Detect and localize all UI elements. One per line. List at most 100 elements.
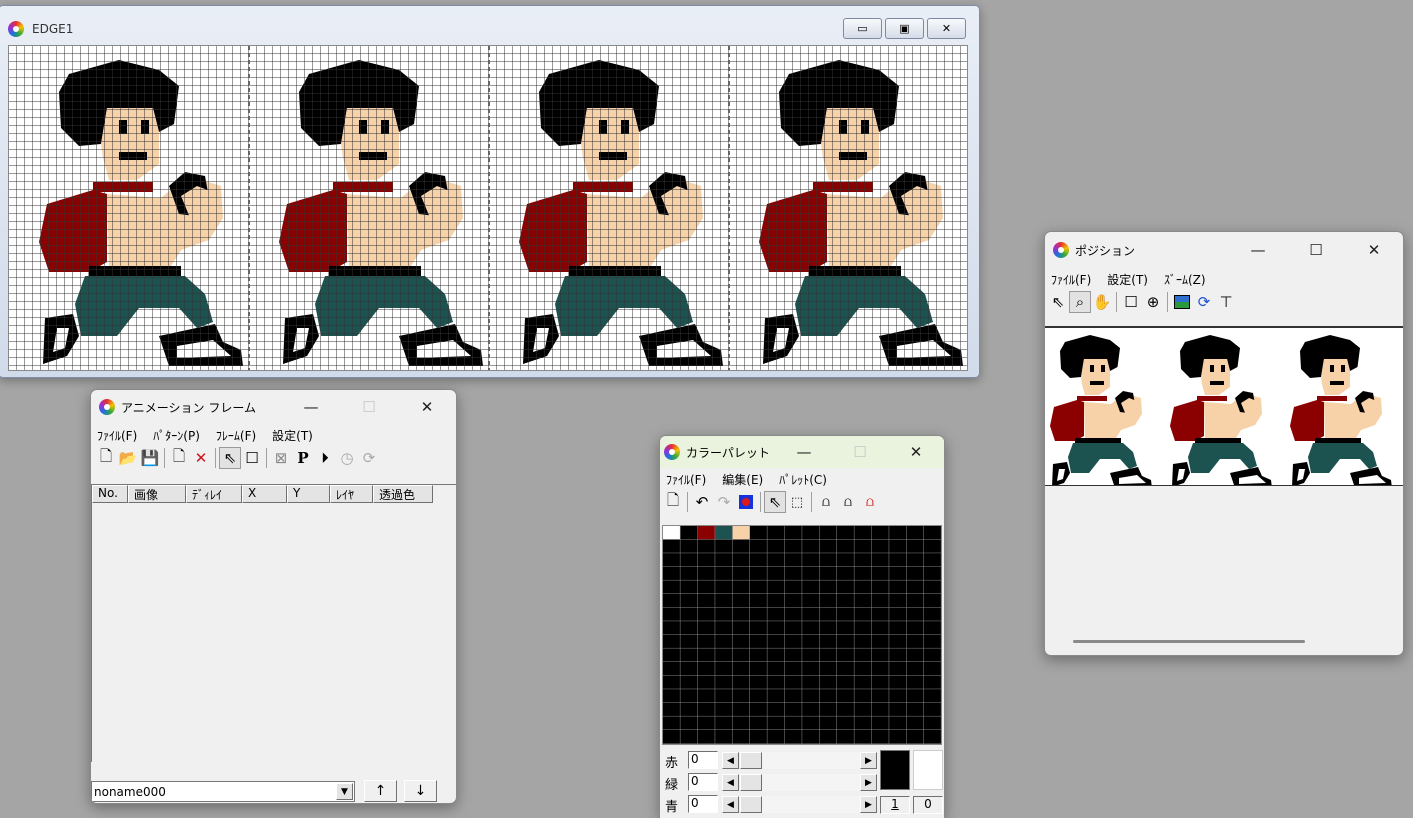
- cross-box-icon[interactable]: ⊠: [270, 447, 292, 469]
- pointer-icon[interactable]: ⇖: [1047, 291, 1069, 313]
- dotted-select-icon[interactable]: ⬚: [786, 491, 808, 513]
- toolbar-separator: [164, 448, 165, 468]
- position-minimize-button[interactable]: —: [1229, 232, 1287, 268]
- position-menu-file[interactable]: ﾌｧｲﾙ(F): [1051, 271, 1091, 288]
- edge-maximize-button[interactable]: ▣: [885, 18, 924, 39]
- crosshair-icon[interactable]: ⊕: [1142, 291, 1164, 313]
- palette-grid[interactable]: [662, 525, 942, 745]
- delete-icon[interactable]: ✕: [190, 447, 212, 469]
- palette-menu-file[interactable]: ﾌｧｲﾙ(F): [666, 471, 706, 488]
- hand-icon[interactable]: ✋: [1091, 291, 1113, 313]
- app-logo-icon: [8, 21, 24, 37]
- gradient-2-icon[interactable]: ⩍: [837, 491, 859, 513]
- anim-menu-settings[interactable]: 設定(T): [272, 427, 313, 444]
- position-menubar: ﾌｧｲﾙ(F) 設定(T) ｽﾞｰﾑ(Z): [1045, 268, 1403, 290]
- red-slider-track[interactable]: [762, 752, 860, 769]
- undo-icon[interactable]: ↶: [691, 491, 713, 513]
- new-file-icon[interactable]: 🗋: [95, 447, 117, 469]
- magnifier-icon[interactable]: ⌕: [1069, 291, 1091, 313]
- app-logo-icon: [1053, 242, 1069, 258]
- edge-title: EDGE1: [32, 22, 74, 36]
- color-picker-icon[interactable]: [735, 491, 757, 513]
- pixel-canvas[interactable]: [8, 45, 968, 371]
- rectangle-icon[interactable]: ☐: [1120, 291, 1142, 313]
- blue-slider-thumb[interactable]: [740, 796, 762, 813]
- position-window: ポジション — ☐ ✕ ﾌｧｲﾙ(F) 設定(T) ｽﾞｰﾑ(Z) ⇖ ⌕ ✋ …: [1044, 231, 1404, 656]
- palette-titlebar[interactable]: カラーパレット — ☐ ✕: [660, 436, 944, 468]
- position-scrollbar[interactable]: [1073, 640, 1305, 643]
- pointer-icon[interactable]: ⇖: [764, 491, 786, 513]
- foreground-color-swatch[interactable]: [880, 750, 910, 790]
- anim-titlebar[interactable]: アニメーション フレーム — ☐ ✕: [91, 390, 456, 424]
- palette-title: カラーパレット: [686, 445, 770, 460]
- pixel-art-sprites: [9, 46, 967, 370]
- p-icon[interactable]: P: [292, 447, 314, 469]
- pattern-select[interactable]: noname000 ▼: [91, 781, 355, 802]
- anim-minimize-button[interactable]: —: [282, 390, 340, 424]
- edge-close-button[interactable]: ✕: [927, 18, 966, 39]
- edge-titlebar[interactable]: EDGE1 ▭ ▣ ✕: [0, 6, 979, 44]
- position-maximize-button[interactable]: ☐: [1287, 232, 1345, 268]
- frame-table[interactable]: No. 画像 ﾃﾞｨﾚｲ X Y ﾚｲﾔ 透過色: [91, 484, 456, 762]
- chevron-left-icon[interactable]: ◀: [722, 752, 739, 769]
- refresh-icon[interactable]: ⟳: [1193, 291, 1215, 313]
- blue-label: 青: [665, 800, 679, 815]
- chevron-right-icon[interactable]: ▶: [860, 774, 877, 791]
- anim-close-button[interactable]: ✕: [398, 390, 456, 424]
- red-value-field[interactable]: 0: [688, 751, 718, 769]
- background-color-swatch[interactable]: [913, 750, 943, 790]
- pointer-icon[interactable]: ⇖: [219, 447, 241, 469]
- column-header[interactable]: 透過色: [373, 485, 433, 503]
- new-palette-icon[interactable]: 🗋: [662, 491, 684, 513]
- gradient-red-icon[interactable]: ⩍: [859, 491, 881, 513]
- play-icon[interactable]: ⏵: [314, 447, 336, 469]
- image-icon[interactable]: [1171, 291, 1193, 313]
- rectangle-select-icon[interactable]: ☐: [241, 447, 263, 469]
- anim-menubar: ﾌｧｲﾙ(F) ﾊﾟﾀｰﾝ(P) ﾌﾚｰﾑ(F) 設定(T): [91, 424, 456, 446]
- chevron-right-icon[interactable]: ▶: [860, 752, 877, 769]
- palette-minimize-button[interactable]: —: [776, 436, 832, 468]
- blue-value-field[interactable]: 0: [688, 795, 718, 813]
- redo-icon[interactable]: ↷: [713, 491, 735, 513]
- position-titlebar[interactable]: ポジション — ☐ ✕: [1045, 232, 1403, 268]
- chevron-right-icon[interactable]: ▶: [860, 796, 877, 813]
- anim-menu-pattern[interactable]: ﾊﾟﾀｰﾝ(P): [153, 427, 200, 444]
- position-preview[interactable]: [1045, 326, 1403, 486]
- column-header[interactable]: ﾃﾞｨﾚｲ: [186, 485, 242, 503]
- green-slider-track[interactable]: [762, 774, 860, 791]
- position-close-button[interactable]: ✕: [1345, 232, 1403, 268]
- column-header[interactable]: ﾚｲﾔ: [330, 485, 373, 503]
- green-label: 緑: [665, 778, 679, 793]
- column-header[interactable]: Y: [287, 485, 330, 503]
- move-up-button[interactable]: ↑: [364, 780, 397, 802]
- chevron-left-icon[interactable]: ◀: [722, 774, 739, 791]
- palette-menu-palette[interactable]: ﾊﾟﾚｯﾄ(C): [779, 471, 827, 488]
- chevron-left-icon[interactable]: ◀: [722, 796, 739, 813]
- palette-menu-edit[interactable]: 編集(E): [722, 471, 763, 488]
- column-header[interactable]: X: [242, 485, 287, 503]
- loop-icon[interactable]: ⟳: [358, 447, 380, 469]
- anim-maximize-button: ☐: [362, 398, 376, 416]
- blue-slider-track[interactable]: [762, 796, 860, 813]
- open-folder-icon[interactable]: 📂: [117, 447, 139, 469]
- toolbar-separator: [760, 492, 761, 512]
- red-slider-thumb[interactable]: [740, 752, 762, 769]
- edge-minimize-button[interactable]: ▭: [843, 18, 882, 39]
- palette-close-button[interactable]: ✕: [888, 436, 944, 468]
- position-menu-zoom[interactable]: ｽﾞｰﾑ(Z): [1164, 271, 1206, 288]
- chevron-down-icon[interactable]: ▼: [336, 783, 353, 800]
- green-slider-thumb[interactable]: [740, 774, 762, 791]
- column-header[interactable]: 画像: [128, 485, 186, 503]
- align-icon[interactable]: ⊤: [1215, 291, 1237, 313]
- save-icon[interactable]: 💾: [139, 447, 161, 469]
- anim-menu-file[interactable]: ﾌｧｲﾙ(F): [97, 427, 137, 444]
- anim-title: アニメーション フレーム: [121, 400, 256, 415]
- gradient-icon[interactable]: ⩍: [815, 491, 837, 513]
- column-header[interactable]: No.: [92, 485, 128, 503]
- move-down-button[interactable]: ↓: [404, 780, 437, 802]
- position-menu-settings[interactable]: 設定(T): [1107, 271, 1148, 288]
- green-value-field[interactable]: 0: [688, 773, 718, 791]
- new-frame-icon[interactable]: 🗋: [168, 447, 190, 469]
- anim-menu-frame[interactable]: ﾌﾚｰﾑ(F): [216, 427, 256, 444]
- clock-icon[interactable]: ◷: [336, 447, 358, 469]
